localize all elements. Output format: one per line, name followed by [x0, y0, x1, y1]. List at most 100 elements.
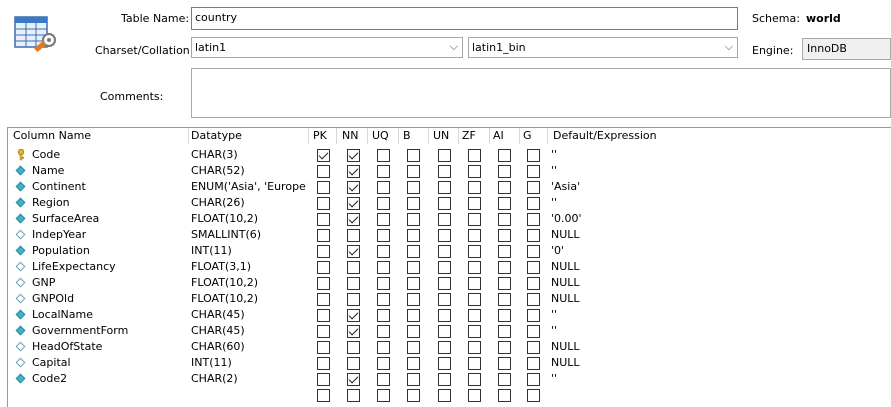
uq-checkbox[interactable]	[377, 197, 390, 210]
b-checkbox[interactable]	[407, 309, 420, 322]
g-checkbox[interactable]	[527, 325, 540, 338]
uq-checkbox[interactable]	[377, 229, 390, 242]
datatype-cell[interactable]: CHAR(60)	[191, 339, 307, 355]
zf-checkbox[interactable]	[468, 325, 481, 338]
g-checkbox[interactable]	[527, 373, 540, 386]
pk-checkbox[interactable]	[317, 341, 330, 354]
nn-checkbox[interactable]	[347, 325, 360, 338]
header-g[interactable]: G	[523, 128, 532, 144]
datatype-cell[interactable]: ENUM('Asia', 'Europe'...	[191, 179, 307, 195]
zf-checkbox[interactable]	[468, 149, 481, 162]
default-expression-cell[interactable]: NULL	[551, 275, 580, 291]
zf-checkbox[interactable]	[468, 213, 481, 226]
g-checkbox[interactable]	[527, 149, 540, 162]
ai-checkbox[interactable]	[498, 165, 511, 178]
header-b[interactable]: B	[403, 128, 411, 144]
ai-checkbox[interactable]	[498, 357, 511, 370]
un-checkbox[interactable]	[438, 389, 451, 402]
zf-checkbox[interactable]	[468, 261, 481, 274]
pk-checkbox[interactable]	[317, 373, 330, 386]
column-name-cell[interactable]: Code2	[32, 371, 67, 387]
pk-checkbox[interactable]	[317, 213, 330, 226]
nn-checkbox[interactable]	[347, 165, 360, 178]
un-checkbox[interactable]	[438, 341, 451, 354]
g-checkbox[interactable]	[527, 229, 540, 242]
b-checkbox[interactable]	[407, 165, 420, 178]
engine-select[interactable]: InnoDB	[802, 38, 891, 60]
uq-checkbox[interactable]	[377, 373, 390, 386]
table-row[interactable]: Name CHAR(52) ''	[8, 163, 891, 179]
zf-checkbox[interactable]	[468, 373, 481, 386]
zf-checkbox[interactable]	[468, 341, 481, 354]
table-row[interactable]: GNP FLOAT(10,2) NULL	[8, 275, 891, 291]
g-checkbox[interactable]	[527, 357, 540, 370]
ai-checkbox[interactable]	[498, 309, 511, 322]
nn-checkbox[interactable]	[347, 181, 360, 194]
uq-checkbox[interactable]	[377, 309, 390, 322]
table-row[interactable]: HeadOfState CHAR(60) NULL	[8, 339, 891, 355]
default-expression-cell[interactable]: NULL	[551, 259, 580, 275]
b-checkbox[interactable]	[407, 261, 420, 274]
column-name-cell[interactable]: Population	[32, 243, 90, 259]
un-checkbox[interactable]	[438, 197, 451, 210]
pk-checkbox[interactable]	[317, 181, 330, 194]
comments-input[interactable]	[191, 68, 891, 118]
column-name-cell[interactable]: Code	[32, 147, 60, 163]
nn-checkbox[interactable]	[347, 197, 360, 210]
un-checkbox[interactable]	[438, 357, 451, 370]
column-name-cell[interactable]: Name	[32, 163, 64, 179]
b-checkbox[interactable]	[407, 149, 420, 162]
b-checkbox[interactable]	[407, 293, 420, 306]
pk-checkbox[interactable]	[317, 149, 330, 162]
default-expression-cell[interactable]: NULL	[551, 355, 580, 371]
un-checkbox[interactable]	[438, 293, 451, 306]
default-expression-cell[interactable]: ''	[551, 163, 557, 179]
charset-select[interactable]: latin1 ⌵	[191, 37, 463, 58]
un-checkbox[interactable]	[438, 325, 451, 338]
datatype-cell[interactable]: INT(11)	[191, 243, 307, 259]
table-row[interactable]: LocalName CHAR(45) ''	[8, 307, 891, 323]
nn-checkbox[interactable]	[347, 293, 360, 306]
column-name-cell[interactable]: Continent	[32, 179, 86, 195]
column-name-cell[interactable]: LocalName	[32, 307, 93, 323]
ai-checkbox[interactable]	[498, 229, 511, 242]
pk-checkbox[interactable]	[317, 261, 330, 274]
nn-checkbox[interactable]	[347, 149, 360, 162]
g-checkbox[interactable]	[527, 389, 540, 402]
g-checkbox[interactable]	[527, 309, 540, 322]
column-name-cell[interactable]: GNPOld	[32, 291, 74, 307]
ai-checkbox[interactable]	[498, 181, 511, 194]
g-checkbox[interactable]	[527, 245, 540, 258]
default-expression-cell[interactable]: '0'	[551, 243, 564, 259]
pk-checkbox[interactable]	[317, 293, 330, 306]
un-checkbox[interactable]	[438, 213, 451, 226]
b-checkbox[interactable]	[407, 181, 420, 194]
datatype-cell[interactable]: FLOAT(3,1)	[191, 259, 307, 275]
column-name-cell[interactable]: SurfaceArea	[32, 211, 99, 227]
b-checkbox[interactable]	[407, 389, 420, 402]
header-pk[interactable]: PK	[313, 128, 327, 144]
un-checkbox[interactable]	[438, 277, 451, 290]
nn-checkbox[interactable]	[347, 309, 360, 322]
nn-checkbox[interactable]	[347, 229, 360, 242]
ai-checkbox[interactable]	[498, 341, 511, 354]
table-row[interactable]: GNPOld FLOAT(10,2) NULL	[8, 291, 891, 307]
uq-checkbox[interactable]	[377, 261, 390, 274]
uq-checkbox[interactable]	[377, 149, 390, 162]
default-expression-cell[interactable]: ''	[551, 147, 557, 163]
column-name-cell[interactable]: GovernmentForm	[32, 323, 128, 339]
b-checkbox[interactable]	[407, 213, 420, 226]
b-checkbox[interactable]	[407, 325, 420, 338]
ai-checkbox[interactable]	[498, 149, 511, 162]
table-row[interactable]: Population INT(11) '0'	[8, 243, 891, 259]
table-row[interactable]: Code2 CHAR(2) ''	[8, 371, 891, 387]
ai-checkbox[interactable]	[498, 293, 511, 306]
zf-checkbox[interactable]	[468, 181, 481, 194]
default-expression-cell[interactable]: ''	[551, 371, 557, 387]
zf-checkbox[interactable]	[468, 309, 481, 322]
datatype-cell[interactable]: CHAR(52)	[191, 163, 307, 179]
un-checkbox[interactable]	[438, 149, 451, 162]
b-checkbox[interactable]	[407, 245, 420, 258]
header-un[interactable]: UN	[433, 128, 449, 144]
table-row[interactable]: IndepYear SMALLINT(6) NULL	[8, 227, 891, 243]
